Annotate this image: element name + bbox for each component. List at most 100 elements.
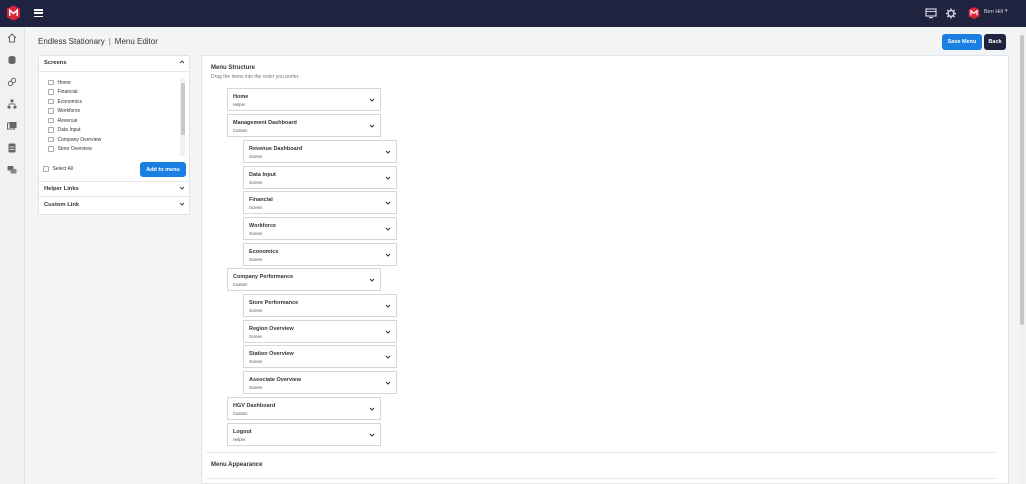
checkbox[interactable] (48, 108, 54, 114)
list-item[interactable]: Data Input (48, 126, 81, 135)
home-icon[interactable] (7, 33, 17, 43)
screens-list[interactable]: Home Financial Economics Workforce Reven… (44, 78, 186, 156)
custom-link-title: Custom Link (44, 202, 80, 208)
chevron-down-icon[interactable]: ▾ (1005, 8, 1008, 14)
select-all[interactable]: Select All (43, 166, 73, 172)
menu-item-name: Region Overview (249, 326, 294, 332)
checkbox[interactable] (48, 136, 54, 143)
helper-links-accordion-header[interactable]: Helper Links (39, 181, 191, 197)
checkbox[interactable] (48, 127, 54, 133)
checkbox[interactable] (48, 146, 54, 152)
screens-title: Screens (44, 60, 67, 66)
menu-item[interactable]: Company Performance Custom (227, 268, 381, 291)
menu-item[interactable]: Store Performance Screen (243, 294, 397, 317)
menu-item[interactable]: Economics Screen (243, 243, 397, 266)
chevron-down-icon[interactable] (385, 329, 391, 335)
menu-item-name: Logout (233, 429, 252, 435)
chevron-down-icon[interactable] (385, 354, 391, 360)
menu-item[interactable]: Logout Helper (227, 423, 381, 446)
chevron-down-icon[interactable] (385, 200, 391, 206)
menu-item[interactable]: Home Helper (227, 88, 381, 111)
list-item[interactable]: Store Overview (48, 145, 92, 154)
menu-sources-panel: Screens Home Financial Economics Workfor… (38, 55, 191, 215)
sitemap-icon[interactable] (7, 99, 17, 109)
list-item[interactable]: Financial (48, 88, 78, 97)
chevron-down-icon[interactable] (369, 432, 375, 438)
list-item[interactable]: Home (48, 78, 71, 87)
user-name[interactable]: Ben Hill (984, 9, 1003, 15)
list-item[interactable]: Company Overview (48, 135, 101, 144)
menu-item-name: Associate Overview (249, 377, 301, 383)
link-icon[interactable] (7, 77, 17, 87)
monitor-icon[interactable] (925, 8, 937, 19)
section-divider (206, 452, 996, 453)
checkbox[interactable] (48, 79, 54, 86)
custom-link-accordion-header[interactable]: Custom Link (39, 198, 191, 214)
company-name: Endless Stationary (38, 37, 105, 46)
helper-links-title: Helper Links (44, 186, 79, 192)
menu-item[interactable]: Workforce Screen (243, 217, 397, 240)
title-separator: | (108, 37, 111, 46)
chevron-up-icon (179, 60, 185, 64)
list-item[interactable]: Workforce (48, 107, 80, 116)
checkbox[interactable] (48, 98, 54, 105)
chevron-down-icon[interactable] (369, 123, 375, 129)
add-to-menu-button[interactable]: Add to menu (140, 162, 186, 177)
database-icon[interactable] (7, 55, 17, 65)
menu-item-name: Company Performance (233, 274, 294, 280)
menu-item-type: Custom (233, 127, 248, 133)
menu-item-type: Custom (233, 410, 248, 416)
menu-item[interactable]: Data Input Screen (243, 166, 397, 189)
chevron-down-icon[interactable] (369, 277, 375, 283)
menu-item[interactable]: Management Dashboard Custom (227, 114, 381, 137)
menu-item-name: Workforce (249, 223, 277, 229)
menu-item[interactable]: HGV Dashboard Custom (227, 397, 381, 420)
chat-icon[interactable] (7, 165, 17, 175)
menu-item-type: Screen (249, 307, 263, 313)
menu-item-name: Financial (249, 197, 273, 203)
section-divider (206, 478, 996, 479)
chevron-down-icon[interactable] (385, 226, 391, 232)
list-item[interactable]: Revenue (48, 116, 78, 125)
chevron-down-icon[interactable] (385, 149, 391, 155)
page-name: Menu Editor (114, 37, 158, 46)
checkbox[interactable] (48, 89, 54, 95)
menu-item-type: Screen (249, 256, 263, 262)
select-all-checkbox[interactable] (43, 166, 49, 172)
menu-item[interactable]: Revenue Dashboard Screen (243, 140, 397, 163)
hamburger-menu-icon[interactable] (34, 9, 43, 18)
menu-item-type: Screen (249, 204, 263, 210)
brand-logo[interactable] (6, 5, 21, 21)
screens-accordion-header[interactable]: Screens (39, 56, 191, 72)
chevron-down-icon[interactable] (385, 380, 391, 386)
list-item[interactable]: Economics (48, 97, 82, 106)
chevron-down-icon[interactable] (385, 175, 391, 181)
menu-item[interactable]: Financial Screen (243, 191, 397, 214)
page-scrollbar[interactable] (1018, 27, 1026, 484)
images-icon[interactable] (7, 121, 17, 131)
menu-item-type: Screen (249, 179, 263, 185)
menu-appearance-title[interactable]: Menu Appearance (211, 462, 262, 468)
back-button[interactable]: Back (984, 34, 1006, 50)
server-icon[interactable] (7, 143, 17, 153)
chevron-down-icon[interactable] (385, 252, 391, 258)
user-brand-icon[interactable] (968, 6, 980, 20)
chevron-down-icon[interactable] (385, 303, 391, 309)
menu-structure-hint: Drag the items into the order you prefer… (211, 74, 300, 80)
menu-item[interactable]: Associate Overview Screen (243, 371, 397, 394)
menu-item-type: Screen (249, 333, 263, 339)
menu-item-type: Screen (249, 153, 263, 159)
scroll-thumb[interactable] (180, 83, 185, 135)
chevron-down-icon[interactable] (369, 406, 375, 412)
menu-item-type: Helper (233, 436, 246, 442)
menu-item-name: Station Overview (249, 351, 294, 357)
save-menu-button[interactable]: Save Menu (942, 34, 982, 50)
menu-item[interactable]: Region Overview Screen (243, 320, 397, 343)
checkbox[interactable] (48, 117, 54, 124)
screens-scrollbar[interactable] (180, 78, 185, 156)
page-scroll-thumb[interactable] (1020, 35, 1024, 325)
gear-icon[interactable] (945, 8, 957, 19)
menu-item[interactable]: Station Overview Screen (243, 345, 397, 368)
chevron-down-icon[interactable] (369, 97, 375, 103)
menu-item-name: Management Dashboard (233, 120, 297, 126)
